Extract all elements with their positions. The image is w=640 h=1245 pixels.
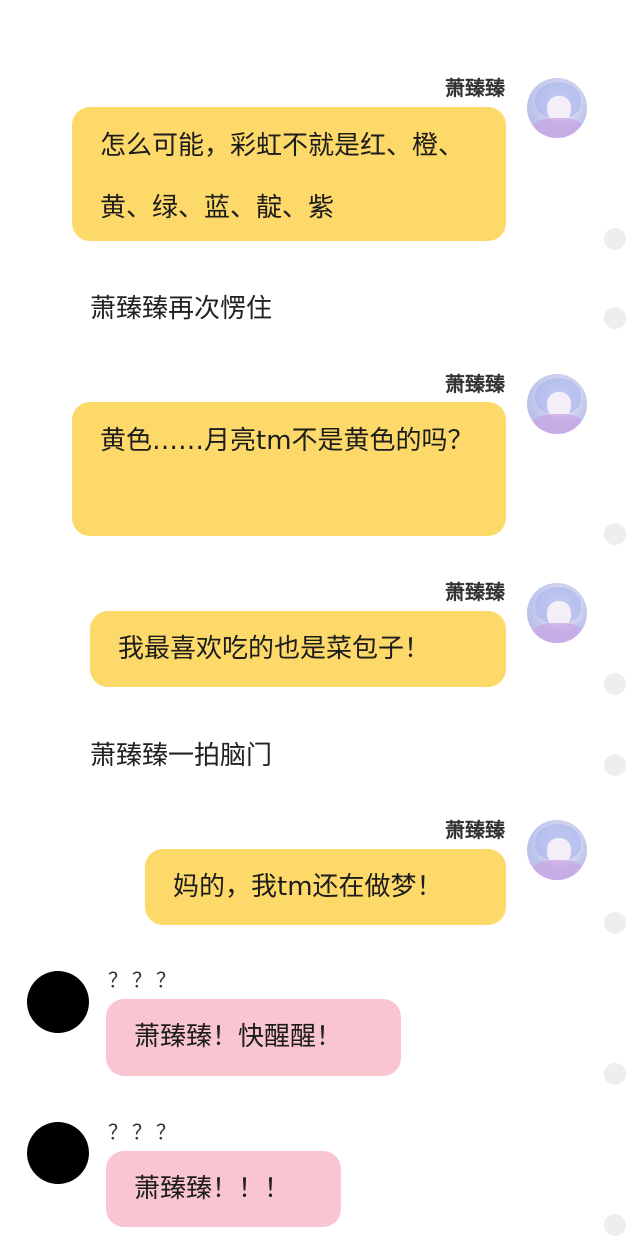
sender-name: 萧臻臻 (445, 372, 505, 396)
message-bubble[interactable]: 黄色……月亮tm不是黄色的吗？ (72, 402, 506, 536)
sender-name: 萧臻臻 (445, 818, 505, 842)
narration-text: 萧臻臻再次愣住 (90, 294, 273, 324)
select-dot-icon[interactable] (604, 228, 626, 250)
message-bubble[interactable]: 怎么可能，彩虹不就是红、橙、黄、绿、蓝、靛、紫 (72, 107, 506, 241)
anime-girl-avatar[interactable] (527, 820, 587, 880)
select-dot-icon[interactable] (604, 1063, 626, 1085)
sender-name: ？？？ (108, 968, 180, 992)
message-bubble[interactable]: 妈的，我tm还在做梦！ (145, 849, 506, 925)
select-dot-icon[interactable] (604, 1214, 626, 1236)
anime-girl-avatar[interactable] (527, 583, 587, 643)
black-circle-avatar[interactable] (27, 1122, 89, 1184)
message-bubble[interactable]: 萧臻臻！快醒醒！ (106, 999, 401, 1076)
sender-name: ？？？ (108, 1120, 180, 1144)
anime-girl-avatar[interactable] (527, 78, 587, 138)
message-bubble[interactable]: 萧臻臻！！！ (106, 1151, 341, 1227)
black-circle-avatar[interactable] (27, 971, 89, 1033)
select-dot-icon[interactable] (604, 523, 626, 545)
select-dot-icon[interactable] (604, 307, 626, 329)
sender-name: 萧臻臻 (445, 76, 505, 100)
select-dot-icon[interactable] (604, 912, 626, 934)
sender-name: 萧臻臻 (445, 580, 505, 604)
anime-girl-avatar[interactable] (527, 374, 587, 434)
select-dot-icon[interactable] (604, 673, 626, 695)
select-dot-icon[interactable] (604, 754, 626, 776)
message-bubble[interactable]: 我最喜欢吃的也是菜包子！ (90, 611, 506, 687)
narration-text: 萧臻臻一拍脑门 (90, 741, 273, 771)
